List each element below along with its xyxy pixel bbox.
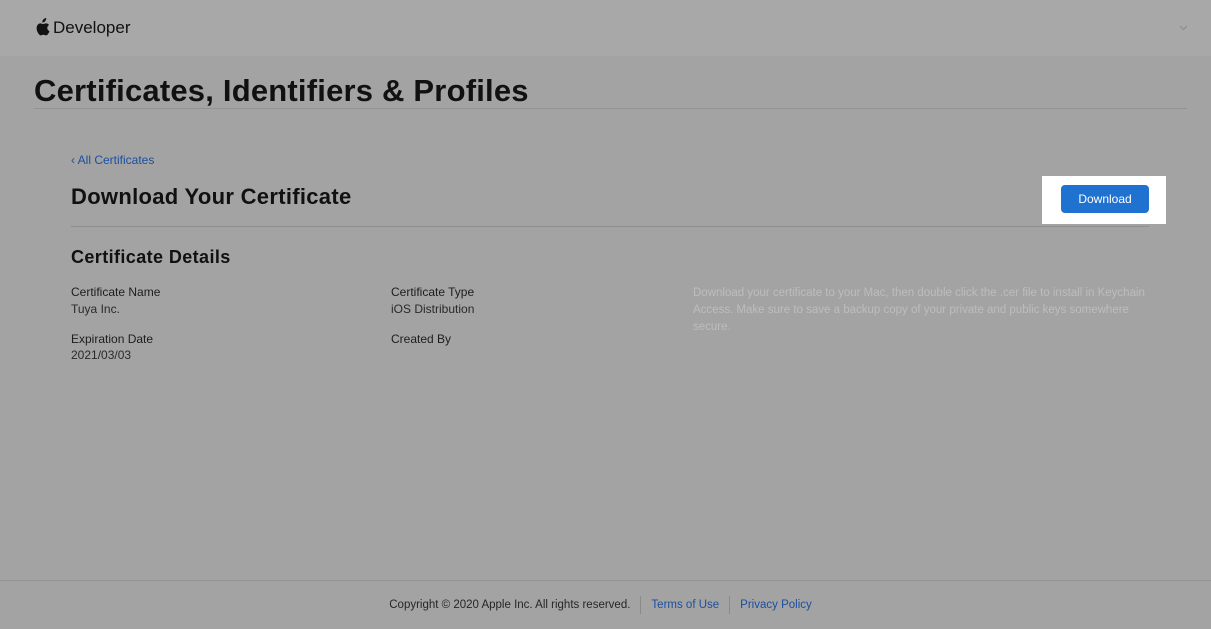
all-certificates-link[interactable]: ‹ All Certificates — [71, 153, 154, 167]
created-by-label: Created By — [391, 332, 452, 346]
copyright-text: Copyright © 2020 Apple Inc. All rights r… — [389, 599, 631, 611]
expiration-date-value: 2021/03/03 — [71, 348, 132, 362]
privacy-policy-link[interactable]: Privacy Policy — [730, 599, 822, 611]
brand-label: Developer — [53, 18, 131, 37]
certificate-type-label: Certificate Type — [391, 285, 475, 299]
certificate-name-value: Tuya Inc. — [71, 302, 120, 316]
download-button[interactable]: Download — [1061, 185, 1149, 213]
section-title: Download Your Certificate — [71, 184, 352, 209]
expiration-date-label: Expiration Date — [71, 332, 154, 346]
chevron-down-icon[interactable] — [1179, 25, 1188, 31]
developer-home-link[interactable]: Developer — [34, 17, 131, 38]
divider — [34, 108, 1187, 109]
global-nav: Developer — [0, 0, 1211, 56]
terms-of-use-link[interactable]: Terms of Use — [641, 599, 729, 611]
certificate-name-label: Certificate Name — [71, 285, 161, 299]
download-instructions: Download your certificate to your Mac, t… — [693, 287, 1145, 333]
apple-logo-icon — [36, 17, 50, 35]
footer: Copyright © 2020 Apple Inc. All rights r… — [0, 581, 1211, 629]
details-title: Certificate Details — [71, 247, 231, 267]
page-title: Certificates, Identifiers & Profiles — [34, 73, 529, 108]
divider — [71, 226, 1149, 227]
certificate-type-value: iOS Distribution — [391, 302, 475, 316]
